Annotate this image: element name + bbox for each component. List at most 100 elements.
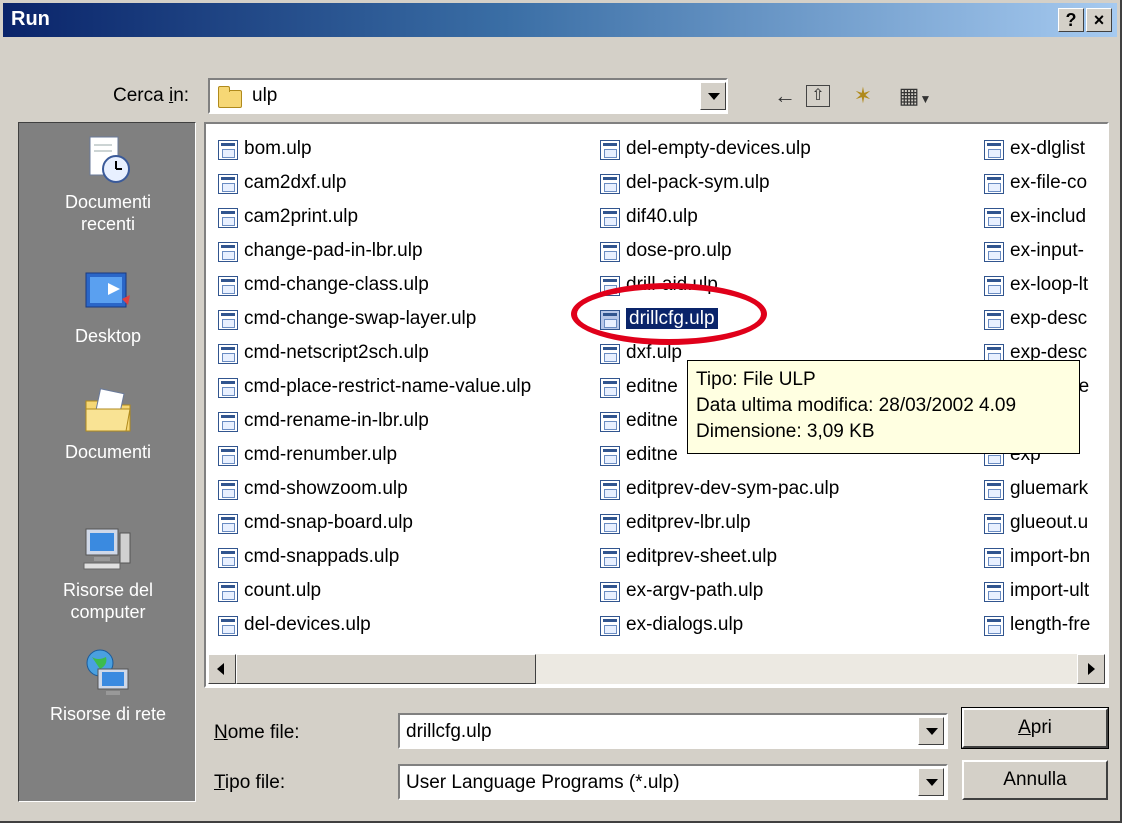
file-name: editprev-sheet.ulp — [626, 546, 778, 567]
file-item[interactable]: import-bn — [980, 542, 1090, 576]
file-item[interactable]: length-fre — [980, 610, 1090, 644]
ulp-file-icon — [218, 140, 238, 160]
file-name-input[interactable]: drillcfg.ulp — [406, 721, 492, 743]
ulp-file-icon — [600, 514, 620, 534]
file-item[interactable]: cam2dxf.ulp — [214, 168, 531, 202]
file-item[interactable]: cmd-rename-in-lbr.ulp — [214, 406, 531, 440]
file-name: cmd-snappads.ulp — [244, 546, 400, 567]
file-name-combo[interactable]: drillcfg.ulp — [398, 713, 948, 749]
file-item[interactable]: dif40.ulp — [596, 202, 839, 236]
view-menu-icon[interactable]: ▦▼ — [890, 82, 940, 110]
file-name: ex-argv-path.ulp — [626, 580, 764, 601]
file-type-combo[interactable]: User Language Programs (*.ulp) — [398, 764, 948, 800]
file-item[interactable]: ex-dialogs.ulp — [596, 610, 839, 644]
chevron-down-icon: ▼ — [919, 92, 932, 106]
file-item[interactable]: cmd-snap-board.ulp — [214, 508, 531, 542]
place-desktop[interactable]: Desktop — [19, 269, 197, 347]
file-item[interactable]: cmd-showzoom.ulp — [214, 474, 531, 508]
file-item[interactable]: ex-argv-path.ulp — [596, 576, 839, 610]
ulp-file-icon — [600, 140, 620, 160]
file-item[interactable]: gluemark — [980, 474, 1090, 508]
place-my-documents[interactable]: Documenti — [19, 385, 197, 463]
recent-documents-icon — [89, 136, 130, 183]
file-item[interactable]: glueout.u — [980, 508, 1090, 542]
new-folder-icon[interactable]: ✶ — [848, 82, 878, 110]
ulp-file-icon — [600, 480, 620, 500]
scroll-right-button[interactable] — [1077, 654, 1105, 684]
file-name: cmd-showzoom.ulp — [244, 478, 408, 499]
file-name: ex-dlglist — [1010, 138, 1085, 159]
file-item[interactable]: editprev-sheet.ulp — [596, 542, 839, 576]
file-name: length-fre — [1010, 614, 1091, 635]
file-item[interactable]: count.ulp — [214, 576, 531, 610]
ulp-file-icon — [984, 514, 1004, 534]
close-button[interactable]: × — [1086, 8, 1112, 32]
open-button[interactable]: Apri — [961, 707, 1109, 749]
file-item[interactable]: ex-dlglist — [980, 134, 1090, 168]
file-item[interactable]: cmd-place-restrict-name-value.ulp — [214, 372, 531, 406]
ulp-file-icon — [984, 242, 1004, 262]
ulp-file-icon — [600, 208, 620, 228]
file-name: editne — [626, 410, 678, 431]
ulp-file-icon — [984, 276, 1004, 296]
file-item[interactable]: cam2print.ulp — [214, 202, 531, 236]
help-button[interactable]: ? — [1058, 8, 1084, 32]
up-one-level-icon[interactable]: ⇧ — [806, 85, 830, 107]
ulp-file-icon — [600, 548, 620, 568]
file-name: cmd-netscript2sch.ulp — [244, 342, 429, 363]
file-item[interactable]: bom.ulp — [214, 134, 531, 168]
place-recent-documents[interactable]: Documenti recenti — [19, 135, 197, 235]
file-item[interactable]: import-ult — [980, 576, 1090, 610]
file-item[interactable]: cmd-renumber.ulp — [214, 440, 531, 474]
file-item[interactable]: exp-desc — [980, 304, 1090, 338]
ulp-file-icon — [600, 582, 620, 602]
file-name: import-bn — [1010, 546, 1091, 567]
file-item[interactable]: ex-input- — [980, 236, 1090, 270]
file-name: count.ulp — [244, 580, 322, 601]
file-item[interactable]: cmd-change-swap-layer.ulp — [214, 304, 531, 338]
place-label-line1: Desktop — [74, 326, 142, 346]
place-my-computer[interactable]: Risorse del computer — [19, 523, 197, 623]
file-name: import-ult — [1010, 580, 1090, 601]
file-name: ex-dialogs.ulp — [626, 614, 744, 635]
ulp-file-icon — [600, 412, 620, 432]
place-network[interactable]: Risorse di rete — [19, 647, 197, 725]
ulp-file-icon — [600, 446, 620, 466]
file-item[interactable]: ex-loop-lt — [980, 270, 1090, 304]
file-item[interactable]: del-empty-devices.ulp — [596, 134, 839, 168]
file-name: del-devices.ulp — [244, 614, 371, 635]
file-item[interactable]: ex-file-co — [980, 168, 1090, 202]
ulp-file-icon — [218, 582, 238, 602]
file-item[interactable]: change-pad-in-lbr.ulp — [214, 236, 531, 270]
file-item[interactable]: ex-includ — [980, 202, 1090, 236]
file-item[interactable]: cmd-netscript2sch.ulp — [214, 338, 531, 372]
file-name: ex-input- — [1010, 240, 1084, 261]
ulp-file-icon — [218, 514, 238, 534]
place-label-line2: recenti — [80, 214, 136, 234]
file-item[interactable]: dose-pro.ulp — [596, 236, 839, 270]
desktop-icon — [85, 272, 130, 308]
file-item[interactable]: editprev-lbr.ulp — [596, 508, 839, 542]
my-computer-icon — [83, 528, 131, 570]
scroll-left-button[interactable] — [208, 654, 236, 684]
file-item[interactable]: cmd-change-class.ulp — [214, 270, 531, 304]
file-item[interactable]: editprev-dev-sym-pac.ulp — [596, 474, 839, 508]
place-label-line1: Documenti — [64, 192, 152, 212]
ulp-file-icon — [984, 616, 1004, 636]
file-type-dropdown-button[interactable] — [918, 768, 944, 796]
look-in-combo[interactable]: ulp — [208, 78, 728, 114]
file-name: editprev-dev-sym-pac.ulp — [626, 478, 840, 499]
ulp-file-icon — [600, 242, 620, 262]
cancel-button[interactable]: Annulla — [962, 760, 1108, 800]
place-label-line1: Risorse di rete — [49, 704, 167, 724]
file-item[interactable]: del-pack-sym.ulp — [596, 168, 839, 202]
back-icon[interactable]: ← — [770, 82, 800, 110]
file-item[interactable]: cmd-snappads.ulp — [214, 542, 531, 576]
file-item[interactable]: del-devices.ulp — [214, 610, 531, 644]
ulp-file-icon — [600, 378, 620, 398]
file-name-dropdown-button[interactable] — [918, 717, 944, 745]
scroll-thumb[interactable] — [236, 654, 536, 684]
look-in-dropdown-button[interactable] — [700, 82, 726, 110]
horizontal-scrollbar[interactable] — [208, 654, 1105, 684]
title-bar[interactable]: Run ? × — [3, 3, 1117, 37]
